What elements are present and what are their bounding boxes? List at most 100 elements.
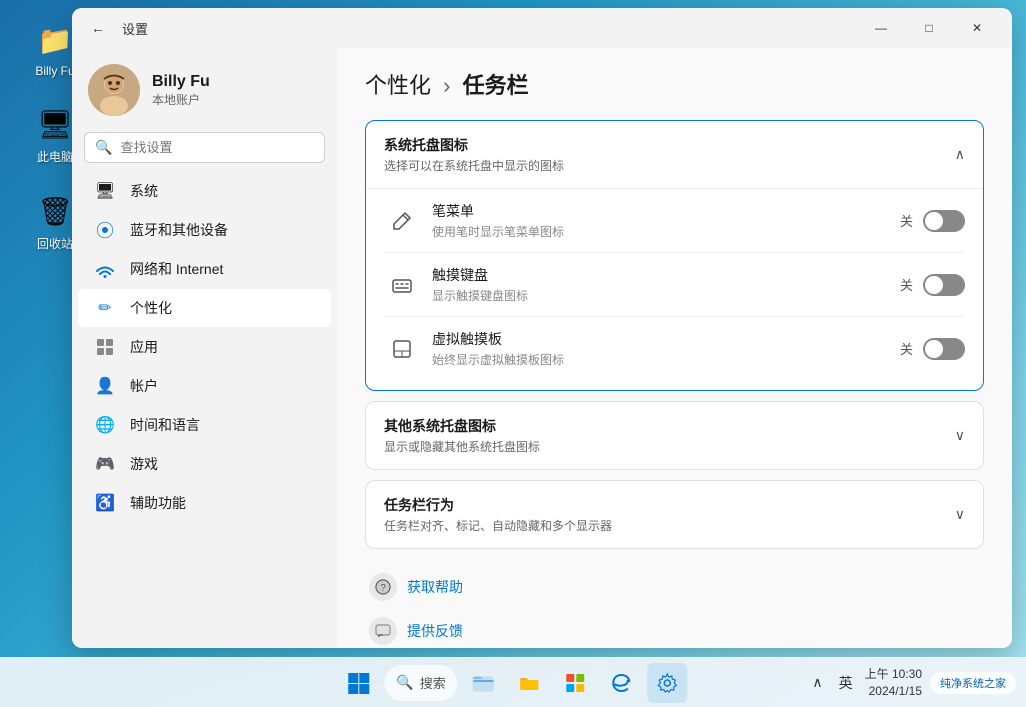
section-taskbar-behavior-subtitle: 任务栏对齐、标记、自动隐藏和多个显示器 [384, 517, 612, 534]
system-icon: 🖥 [94, 180, 116, 202]
computer-icon: 🖥 [35, 104, 75, 144]
sidebar-item-games[interactable]: 🎮 游戏 [78, 445, 331, 483]
section-taskbar-behavior-chevron: ∨ [955, 506, 965, 523]
sidebar-item-time-label: 时间和语言 [130, 415, 200, 435]
title-bar-left: ← 设置 [84, 14, 148, 42]
virtual-touchpad-icon [384, 331, 420, 367]
taskbar-folder[interactable] [510, 663, 550, 703]
touch-keyboard-toggle-label: 关 [900, 275, 913, 294]
help-section: ? 获取帮助 提供反馈 [365, 565, 984, 648]
pen-menu-toggle[interactable] [923, 210, 965, 232]
start-button[interactable] [338, 663, 378, 703]
close-button[interactable]: ✕ [954, 12, 1000, 44]
toggle-row-pen-menu: 笔菜单 使用笔时显示笔菜单图标 关 [384, 189, 965, 253]
get-help-link[interactable]: ? 获取帮助 [369, 565, 980, 609]
sidebar-item-accessibility-label: 辅助功能 [130, 493, 186, 513]
virtual-touchpad-toggle[interactable] [923, 338, 965, 360]
games-icon: 🎮 [94, 453, 116, 475]
user-profile[interactable]: Billy Fu 本地账户 [72, 48, 337, 128]
desktop-icon-computer-label: 此电脑 [37, 148, 73, 165]
sidebar-search-box[interactable]: 🔍 [84, 132, 325, 163]
personalization-icon: ✏ [94, 297, 116, 319]
avatar [88, 64, 140, 116]
user-info: Billy Fu 本地账户 [152, 73, 210, 108]
feedback-icon [369, 617, 397, 645]
get-help-icon: ? [369, 573, 397, 601]
breadcrumb-separator: › [443, 73, 450, 98]
sidebar-item-personalization[interactable]: ✏ 个性化 [78, 289, 331, 327]
breadcrumb: 个性化 › 任务栏 [365, 68, 984, 100]
brand-tag[interactable]: 纯净系统之家 [930, 672, 1016, 694]
user-account-type: 本地账户 [152, 91, 210, 108]
folder-icon: 📁 [35, 20, 75, 60]
search-icon: 🔍 [95, 139, 112, 156]
pen-menu-toggle-label: 关 [900, 211, 913, 230]
sidebar-search-input[interactable] [120, 140, 314, 155]
section-taskbar-behavior-header[interactable]: 任务栏行为 任务栏对齐、标记、自动隐藏和多个显示器 ∨ [366, 481, 983, 548]
sidebar-item-system[interactable]: 🖥 系统 [78, 172, 331, 210]
taskbar-settings[interactable] [648, 663, 688, 703]
sidebar-item-accessibility[interactable]: ♿ 辅助功能 [78, 484, 331, 522]
section-taskbar-behavior-title: 任务栏行为 [384, 495, 612, 515]
section-other-tray-header[interactable]: 其他系统托盘图标 显示或隐藏其他系统托盘图标 ∨ [366, 402, 983, 469]
section-other-tray-chevron: ∨ [955, 427, 965, 444]
feedback-link[interactable]: 提供反馈 [369, 609, 980, 648]
taskbar-right: ∧ 英 上午 10:30 2024/1/15 纯净系统之家 [808, 666, 1016, 700]
pen-menu-name: 笔菜单 [432, 201, 900, 221]
time-display[interactable]: 上午 10:30 2024/1/15 [865, 666, 922, 700]
section-system-tray-header[interactable]: 系统托盘图标 选择可以在系统托盘中显示的图标 ∧ [366, 121, 983, 188]
touch-keyboard-icon [384, 267, 420, 303]
pen-menu-toggle-right: 关 [900, 210, 965, 232]
get-help-label: 获取帮助 [407, 577, 463, 597]
section-other-tray-title-group: 其他系统托盘图标 显示或隐藏其他系统托盘图标 [384, 416, 540, 455]
brand-label: 纯净系统之家 [940, 675, 1006, 691]
network-icon [94, 258, 116, 280]
pen-menu-desc: 使用笔时显示笔菜单图标 [432, 223, 900, 240]
user-name: Billy Fu [152, 73, 210, 91]
virtual-touchpad-desc: 始终显示虚拟触摸板图标 [432, 351, 900, 368]
section-other-tray: 其他系统托盘图标 显示或隐藏其他系统托盘图标 ∨ [365, 401, 984, 470]
sidebar-item-games-label: 游戏 [130, 454, 158, 474]
minimize-button[interactable]: — [858, 12, 904, 44]
section-system-tray-title: 系统托盘图标 [384, 135, 564, 155]
taskbar-search-icon: 🔍 [396, 674, 413, 691]
date-value: 2024/1/15 [865, 683, 922, 700]
title-bar: ← 设置 — □ ✕ [72, 8, 1012, 48]
taskbar: 🔍 搜索 [0, 657, 1026, 707]
sidebar-item-network-label: 网络和 Internet [130, 259, 223, 279]
trash-icon: 🗑 [35, 191, 75, 231]
sidebar-item-network[interactable]: 网络和 Internet [78, 250, 331, 288]
pen-menu-info: 笔菜单 使用笔时显示笔菜单图标 [432, 201, 900, 240]
section-system-tray-body: 笔菜单 使用笔时显示笔菜单图标 关 [366, 188, 983, 390]
sidebar-item-accounts[interactable]: 👤 帐户 [78, 367, 331, 405]
sidebar-item-bluetooth[interactable]: ⦿ 蓝牙和其他设备 [78, 211, 331, 249]
sidebar-item-time[interactable]: 🌐 时间和语言 [78, 406, 331, 444]
taskbar-store[interactable] [556, 663, 596, 703]
systray-caret[interactable]: ∧ [808, 672, 826, 693]
title-bar-controls: — □ ✕ [858, 12, 1000, 44]
section-taskbar-behavior: 任务栏行为 任务栏对齐、标记、自动隐藏和多个显示器 ∨ [365, 480, 984, 549]
systray-lang[interactable]: 英 [835, 671, 857, 695]
sidebar-item-apps-label: 应用 [130, 337, 158, 357]
sidebar-item-apps[interactable]: 应用 [78, 328, 331, 366]
back-button[interactable]: ← [84, 14, 112, 42]
sidebar-item-personalization-label: 个性化 [130, 298, 172, 318]
feedback-label: 提供反馈 [407, 621, 463, 641]
desktop-icon-folder-label: Billy Fu [35, 64, 74, 78]
taskbar-edge[interactable] [602, 663, 642, 703]
settings-body: Billy Fu 本地账户 🔍 🖥 系统 ⦿ 蓝牙和其他设备 [72, 48, 1012, 648]
touch-keyboard-toggle-right: 关 [900, 274, 965, 296]
taskbar-file-explorer[interactable] [464, 663, 504, 703]
settings-window: ← 设置 — □ ✕ [72, 8, 1012, 648]
apps-icon [94, 336, 116, 358]
window-title: 设置 [122, 19, 148, 38]
section-system-tray: 系统托盘图标 选择可以在系统托盘中显示的图标 ∧ [365, 120, 984, 391]
accounts-icon: 👤 [94, 375, 116, 397]
breadcrumb-current: 任务栏 [463, 73, 529, 98]
taskbar-search[interactable]: 🔍 搜索 [384, 665, 457, 701]
pen-menu-icon [384, 203, 420, 239]
touch-keyboard-toggle[interactable] [923, 274, 965, 296]
touch-keyboard-info: 触摸键盘 显示触摸键盘图标 [432, 265, 900, 304]
maximize-button[interactable]: □ [906, 12, 952, 44]
breadcrumb-parent: 个性化 [365, 73, 431, 98]
